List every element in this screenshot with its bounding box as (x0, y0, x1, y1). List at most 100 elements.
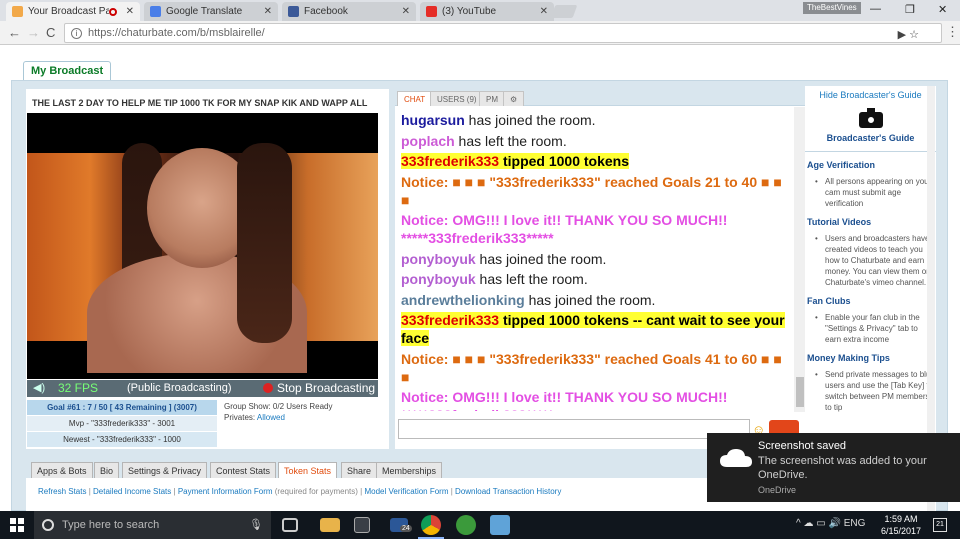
bottom-tab-memberships[interactable]: Memberships (376, 462, 443, 479)
broadcast-status-bar: ◀) 32 FPS (Public Broadcasting) Stop Bro… (27, 380, 378, 397)
download-history-link[interactable]: Download Transaction History (455, 487, 561, 496)
chat-username[interactable]: andrewthelionking (401, 292, 525, 308)
microphone-icon[interactable]: 🎙 (249, 511, 263, 539)
windows-start-icon[interactable] (10, 518, 24, 532)
bottom-tab-contest-stats[interactable]: Contest Stats (210, 462, 277, 479)
guide-section-list: Enable your fan club in the "Settings & … (813, 312, 936, 345)
notice-text: Notice: ■ ■ ■ "333frederik333" reached G… (401, 350, 782, 385)
chat-text: has joined the room. (464, 112, 596, 128)
system-tray-icons[interactable]: ^ ☁ ▭ 🔊 ENG (796, 518, 865, 529)
reload-icon[interactable]: C (46, 25, 55, 40)
back-icon[interactable]: ← (8, 25, 21, 40)
app-icon[interactable] (490, 515, 510, 535)
action-center-icon[interactable]: 21 (933, 518, 947, 532)
chat-text: has left the room. (475, 271, 588, 287)
guide-section-title: Age Verification (807, 160, 876, 170)
toast-body: The screenshot was added to your OneDriv… (758, 455, 927, 481)
close-tab-icon[interactable]: ✕ (264, 6, 272, 17)
cortana-icon (42, 519, 54, 531)
guide-item: Users and broadcasters have created vide… (813, 233, 936, 288)
privates-allowed-link[interactable]: Allowed (257, 413, 285, 422)
file-explorer-icon[interactable] (320, 518, 340, 532)
new-tab-button[interactable] (550, 5, 578, 18)
close-tab-icon[interactable]: ✕ (540, 6, 548, 17)
guide-title[interactable]: Broadcaster's Guide (805, 133, 936, 152)
bottom-tab-token-stats[interactable]: Token Stats (278, 462, 338, 479)
screenshot-saved-notification[interactable]: Screenshot saved The screenshot was adde… (707, 433, 960, 502)
profile-badge[interactable]: TheBestVines (803, 2, 861, 14)
tab-google-translate[interactable]: Google Translate ✕ (144, 2, 278, 21)
bottom-tab-settings-privacy[interactable]: Settings & Privacy (122, 462, 208, 479)
model-verification-link[interactable]: Model Verification Form (364, 487, 448, 496)
webcam-video[interactable] (27, 113, 378, 379)
my-broadcast-tab[interactable]: My Broadcast (23, 61, 112, 80)
tip-highlight: 333frederik333 tipped 1000 tokens -- can… (401, 312, 785, 346)
chat-text: has joined the room. (475, 250, 607, 267)
refresh-stats-link[interactable]: Refresh Stats (38, 487, 86, 496)
tab-pm[interactable]: PM (479, 91, 505, 106)
thanks-text: Notice: OMG!!! I love it!! THANK YOU SO … (401, 389, 728, 411)
bottom-tab-apps-bots[interactable]: Apps & Bots (31, 462, 93, 479)
group-show-info: Group Show: 0/2 Users Ready Privates: Al… (224, 401, 333, 423)
store-icon[interactable] (354, 517, 370, 533)
address-bar[interactable]: i https://chaturbate.com/b/msblairelle/ … (64, 23, 942, 43)
chat-message: ponyboyuk has joined the room. (401, 250, 791, 268)
speaker-icon[interactable]: ◀) (33, 381, 45, 394)
scroll-thumb[interactable] (796, 377, 804, 407)
chat-message: Notice: ■ ■ ■ "333frederik333" reached G… (401, 173, 791, 209)
maximize-icon[interactable]: ❐ (905, 3, 915, 16)
payment-form-link[interactable]: Payment Information Form (178, 487, 273, 496)
guide-section-list: All persons appearing on your cam must s… (813, 176, 936, 209)
tab-your-broadcast[interactable]: Your Broadcast Page! ✕ (6, 2, 140, 21)
bottom-tab-share[interactable]: Share (341, 462, 378, 479)
utorrent-icon[interactable] (456, 515, 476, 535)
video-detail (237, 143, 292, 343)
tab-users[interactable]: USERS (9) (430, 91, 484, 106)
close-tab-icon[interactable]: ✕ (402, 6, 410, 17)
cast-bookmark-icons[interactable]: ▶ ☆ (898, 28, 919, 41)
stop-label: Stop Broadcasting (277, 381, 376, 395)
chat-message: Notice: OMG!!! I love it!! THANK YOU SO … (401, 388, 791, 411)
site-info-icon[interactable]: i (71, 27, 82, 39)
chat-messages: hugarsun has joined the room. poplach has… (401, 111, 791, 411)
stop-broadcasting-button[interactable]: Stop Broadcasting (263, 381, 375, 395)
chat-panel: CHAT USERS (9) PM ⚙ hugarsun has joined … (395, 89, 807, 449)
chat-message: Notice: ■ ■ ■ "333frederik333" reached G… (401, 350, 791, 386)
chat-username[interactable]: 333frederik333 (401, 312, 499, 328)
chat-text: has left the room. (454, 132, 567, 149)
task-view-icon[interactable] (282, 518, 298, 532)
tab-label: Your Broadcast Page! (28, 6, 109, 17)
chat-username[interactable]: poplach (401, 133, 455, 149)
chat-text: has joined the room. (524, 291, 656, 308)
fps-readout: 32 FPS (58, 381, 99, 395)
goal-box: Goal #61 : 7 / 50 [ 43 Remaining ] (3007… (27, 400, 217, 448)
forward-icon[interactable]: → (27, 25, 40, 40)
hide-guide-link[interactable]: Hide Broadcaster's Guide (805, 90, 936, 100)
tab-youtube[interactable]: (3) YouTube ✕ (420, 2, 554, 21)
close-tab-icon[interactable]: ✕ (126, 6, 134, 17)
chat-username[interactable]: ponyboyuk (401, 251, 476, 267)
guide-section-title: Fan Clubs (807, 296, 851, 306)
notice-text: Notice: ■ ■ ■ "333frederik333" reached G… (401, 173, 782, 208)
chat-username[interactable]: hugarsun (401, 112, 465, 128)
facebook-favicon-icon (288, 6, 299, 17)
close-window-icon[interactable]: ✕ (938, 3, 947, 16)
chrome-icon[interactable] (421, 515, 441, 535)
settings-gear-icon[interactable]: ⚙ (503, 91, 525, 106)
tab-chat[interactable]: CHAT (397, 91, 433, 106)
minimize-icon[interactable]: — (870, 3, 881, 15)
detailed-income-link[interactable]: Detailed Income Stats (93, 487, 171, 496)
chat-input[interactable] (398, 419, 750, 439)
chat-message: poplach has left the room. (401, 132, 791, 150)
taskbar-clock[interactable]: 1:59 AM 6/15/2017 (880, 513, 922, 537)
chat-username[interactable]: ponyboyuk (401, 271, 476, 287)
camera-icon (858, 108, 883, 128)
bottom-tab-bio[interactable]: Bio (94, 462, 120, 479)
browser-tab-bar: Your Broadcast Page! ✕ Google Translate … (0, 0, 960, 21)
chat-message: Notice: OMG!!! I love it!! THANK YOU SO … (401, 211, 791, 247)
browser-menu-icon[interactable]: ⋮ (946, 24, 959, 40)
tab-facebook[interactable]: Facebook ✕ (282, 2, 416, 21)
guide-section-list: Users and broadcasters have created vide… (813, 233, 936, 288)
taskbar-search-box[interactable]: Type here to search 🎙 (34, 511, 271, 539)
chat-username[interactable]: 333frederik333 (401, 153, 499, 169)
